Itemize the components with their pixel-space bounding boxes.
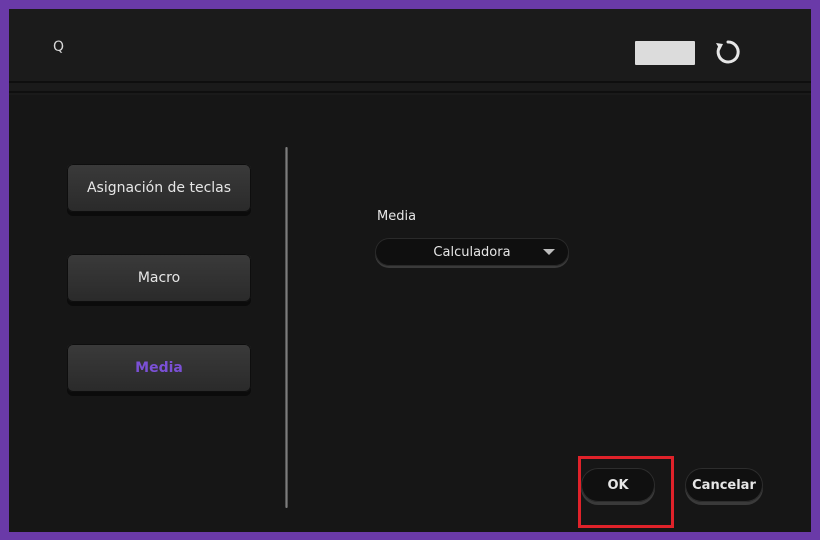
media-label: Media	[377, 209, 417, 224]
cancel-button[interactable]: Cancelar	[685, 468, 763, 502]
header-divider	[9, 91, 811, 93]
chevron-down-icon	[543, 249, 555, 255]
color-swatch[interactable]	[635, 41, 695, 65]
media-select[interactable]: Calculadora	[375, 238, 569, 266]
ok-button[interactable]: OK	[581, 468, 655, 502]
vertical-divider	[285, 147, 288, 508]
sidebar-item-key-assignment[interactable]: Asignación de teclas	[67, 164, 251, 212]
key-assignment-window: Q Asignación de teclas Macro Media Media…	[9, 9, 811, 532]
window-title: Q	[53, 39, 65, 55]
main-content	[9, 95, 811, 532]
title-bar: Q	[9, 9, 811, 83]
sidebar-item-macro[interactable]: Macro	[67, 254, 251, 302]
refresh-icon[interactable]	[715, 38, 741, 66]
sidebar-item-media[interactable]: Media	[67, 344, 251, 392]
media-select-value: Calculadora	[433, 244, 511, 260]
